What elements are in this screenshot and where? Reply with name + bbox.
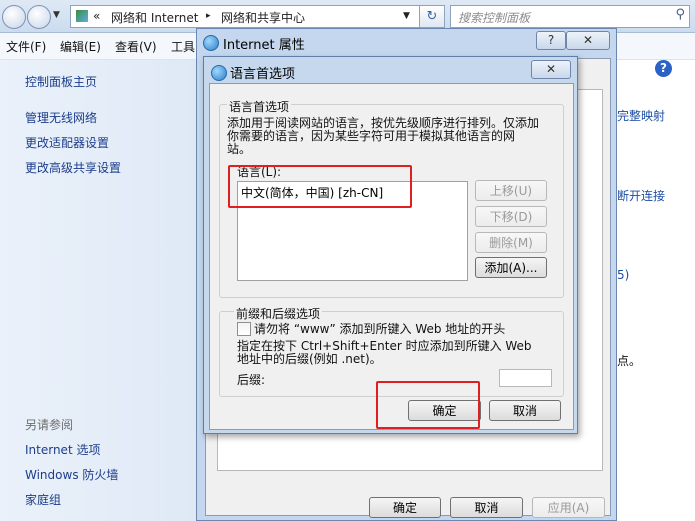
cancel-button[interactable]: 取消 — [450, 497, 523, 518]
breadcrumb-more[interactable]: « — [93, 9, 100, 23]
breadcrumb-separator-icon[interactable]: ▸ — [206, 11, 211, 21]
internet-globe-icon — [203, 35, 219, 51]
link-windows-firewall[interactable]: Windows 防火墙 — [25, 466, 118, 483]
close-icon[interactable]: ✕ — [566, 31, 610, 50]
help-icon[interactable]: ? — [655, 60, 672, 77]
remove-button[interactable]: 删除(M) — [475, 232, 547, 253]
no-www-checkbox-label[interactable]: 请勿将 “www” 添加到所键入 Web 地址的开头 — [254, 323, 505, 336]
search-placeholder: 搜索控制面板 — [458, 11, 531, 25]
language-cancel-button[interactable]: 取消 — [489, 400, 561, 421]
no-www-checkbox[interactable] — [237, 322, 251, 336]
highlight-ok-button — [376, 381, 480, 429]
back-button[interactable] — [2, 5, 26, 29]
link-disconnect[interactable]: 断开连接 — [617, 187, 665, 204]
language-close-icon[interactable]: ✕ — [531, 60, 571, 79]
link-homegroup[interactable]: 家庭组 — [25, 491, 61, 508]
control-panel-icon — [76, 10, 88, 22]
language-preference-dialog: 语言首选项 ✕ 语言首选项 添加用于阅读网站的语言，按优先级顺序进行排列。仅添加… — [203, 56, 578, 434]
link-internet-options[interactable]: Internet 选项 — [25, 441, 100, 458]
description-line-3: 站。 — [227, 142, 252, 156]
language-group-title: 语言首选项 — [227, 98, 292, 115]
internet-options-title: Internet 属性 — [223, 38, 305, 53]
move-down-button[interactable]: 下移(D) — [475, 206, 547, 227]
forward-button[interactable] — [27, 5, 51, 29]
ok-button[interactable]: 确定 — [369, 497, 441, 518]
add-button[interactable]: 添加(A)... — [475, 257, 547, 278]
network-fragment-text: 5) — [617, 268, 630, 282]
help-button[interactable]: ? — [536, 31, 566, 50]
suffix-label: 后缀: — [237, 373, 266, 387]
language-dialog-body: 语言首选项 添加用于阅读网站的语言，按优先级顺序进行排列。仅添加 你需要的语言，… — [209, 83, 574, 430]
language-globe-icon — [211, 65, 227, 81]
search-input[interactable]: 搜索控制面板 ⚲ — [450, 5, 690, 28]
link-change-adapter[interactable]: 更改适配器设置 — [25, 134, 109, 151]
link-see-full-map[interactable]: 完整映射 — [617, 107, 665, 124]
move-up-button[interactable]: 上移(U) — [475, 180, 547, 201]
ctrl-shift-enter-line-2: 地址中的后缀(例如 .net)。 — [237, 352, 382, 366]
menu-tools[interactable]: 工具 — [171, 38, 195, 55]
language-dialog-title: 语言首选项 — [230, 67, 296, 82]
suffix-input[interactable] — [499, 369, 552, 387]
menu-view[interactable]: 查看(V) — [115, 38, 157, 55]
highlight-language-label — [228, 165, 412, 208]
menu-edit[interactable]: 编辑(E) — [60, 38, 101, 55]
breadcrumb-network-sharing-center[interactable]: 网络和共享中心 — [221, 9, 305, 26]
search-icon[interactable]: ⚲ — [675, 7, 685, 22]
breadcrumb-network-internet[interactable]: 网络和 Internet — [111, 9, 198, 26]
refresh-icon: ↻ — [426, 9, 438, 24]
prefix-suffix-group-title: 前缀和后缀选项 — [234, 305, 323, 322]
menu-file[interactable]: 文件(F) — [6, 38, 46, 55]
info-fragment-text: 点。 — [617, 354, 642, 368]
recent-pages-chevron-icon[interactable]: ▼ — [53, 10, 60, 20]
link-advanced-sharing[interactable]: 更改高级共享设置 — [25, 159, 121, 176]
apply-button[interactable]: 应用(A) — [532, 497, 605, 518]
link-manage-wireless[interactable]: 管理无线网络 — [25, 109, 97, 126]
address-dropdown-icon[interactable]: ▼ — [403, 11, 410, 21]
address-bar[interactable]: « 网络和 Internet ▸ 网络和共享中心 ▼ — [70, 5, 420, 28]
link-control-panel-home[interactable]: 控制面板主页 — [25, 73, 97, 90]
refresh-button[interactable]: ↻ — [419, 5, 445, 28]
description-line-2: 你需要的语言，因为某些字符可用于模拟其他语言的网 — [227, 129, 516, 143]
task-pane: 控制面板主页 管理无线网络 更改适配器设置 更改高级共享设置 另请参阅 Inte… — [0, 60, 196, 521]
see-also-header: 另请参阅 — [25, 418, 74, 432]
